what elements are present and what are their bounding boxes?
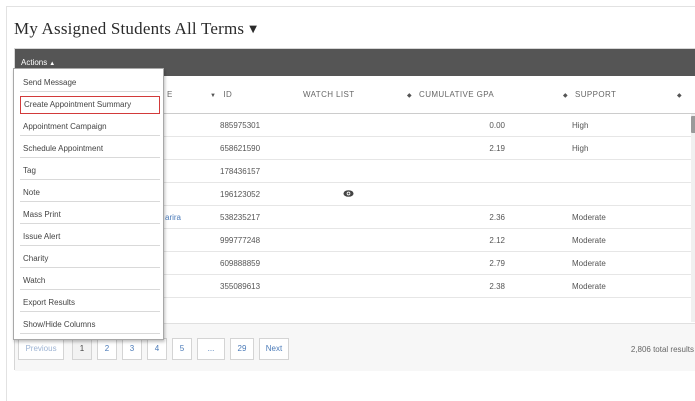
menu-item-schedule-appointment[interactable]: Schedule Appointment [20,140,160,158]
student-id: 178436157 [220,167,261,176]
cumulative-gpa: 2.19 [489,144,505,153]
column-header-sort-icon[interactable]: ◆ [677,90,689,99]
support-level: Moderate [572,259,606,268]
menu-item-issue-alert[interactable]: Issue Alert [20,228,160,246]
cumulative-gpa: 2.38 [489,282,505,291]
page-title[interactable]: My Assigned Students All Terms ▼ [14,19,257,39]
page-button-29[interactable]: 29 [230,338,254,360]
menu-item-show-hide-columns[interactable]: Show/Hide Columns [20,316,160,334]
menu-item-create-appointment-summary[interactable]: Create Appointment Summary [20,96,160,114]
page: My Assigned Students All Terms ▼ Actions ▲… [0,0,695,401]
column-header-name[interactable]: E [167,90,173,99]
support-level: Moderate [572,213,606,222]
sort-icon: ◆ [677,93,683,99]
column-header-support-label: SUPPORT [575,90,617,99]
support-level: Moderate [572,282,606,291]
menu-item-note[interactable]: Note [20,184,160,202]
column-header-gpa-label: CUMULATIVE GPA [419,90,495,99]
support-level: Moderate [572,236,606,245]
actions-label: Actions [21,58,48,67]
page-ellipsis[interactable]: ... [197,338,225,360]
page-button-3[interactable]: 3 [122,338,142,360]
student-id: 355089613 [220,282,261,291]
menu-item-tag[interactable]: Tag [20,162,160,180]
student-id: 538235217 [220,213,261,222]
cumulative-gpa: 2.79 [489,259,505,268]
cumulative-gpa: 2.12 [489,236,505,245]
caret-up-icon: ▲ [49,61,56,67]
menu-item-send-message[interactable]: Send Message [20,74,160,92]
student-id: 885975301 [220,121,261,130]
column-header-id-label: ID [223,90,233,99]
column-header-support[interactable]: ◆ SUPPORT [563,90,616,99]
menu-item-export-results[interactable]: Export Results [20,294,160,312]
sort-icon: ▼ [210,93,217,99]
title-dropdown-icon[interactable]: ▼ [249,24,257,35]
student-name-link[interactable]: arira [165,213,181,222]
previous-page-button[interactable]: Previous [18,338,64,360]
scrollbar-thumb[interactable] [691,116,695,133]
actions-button[interactable]: Actions ▲ [21,58,55,67]
sort-icon: ◆ [407,93,413,99]
vertical-scrollbar[interactable] [691,114,695,322]
page-button-4[interactable]: 4 [147,338,167,360]
column-header-watch-list[interactable]: WATCH LIST [303,90,355,99]
next-page-button[interactable]: Next [259,338,289,360]
menu-item-watch[interactable]: Watch [20,272,160,290]
column-header-id[interactable]: ▼ ID [210,90,232,99]
page-button-5[interactable]: 5 [172,338,192,360]
support-level: High [572,121,589,130]
student-id: 609888859 [220,259,261,268]
student-id: 999777248 [220,236,261,245]
menu-item-charity[interactable]: Charity [20,250,160,268]
student-id: 196123052 [220,190,261,199]
menu-item-mass-print[interactable]: Mass Print [20,206,160,224]
column-header-gpa[interactable]: ◆ CUMULATIVE GPA [407,90,494,99]
student-id: 658621590 [220,144,261,153]
page-title-text: My Assigned Students All Terms [14,19,245,38]
eye-icon[interactable] [343,188,354,199]
cumulative-gpa: 0.00 [489,121,505,130]
support-level: High [572,144,589,153]
cumulative-gpa: 2.36 [489,213,505,222]
actions-dropdown-menu: Send Message Create Appointment Summary Ap… [13,68,164,340]
page-button-2[interactable]: 2 [97,338,117,360]
menu-item-appointment-campaign[interactable]: Appointment Campaign [20,118,160,136]
total-results: 2,806 total results [630,345,694,354]
page-button-1[interactable]: 1 [72,338,92,360]
sort-icon: ◆ [563,93,569,99]
